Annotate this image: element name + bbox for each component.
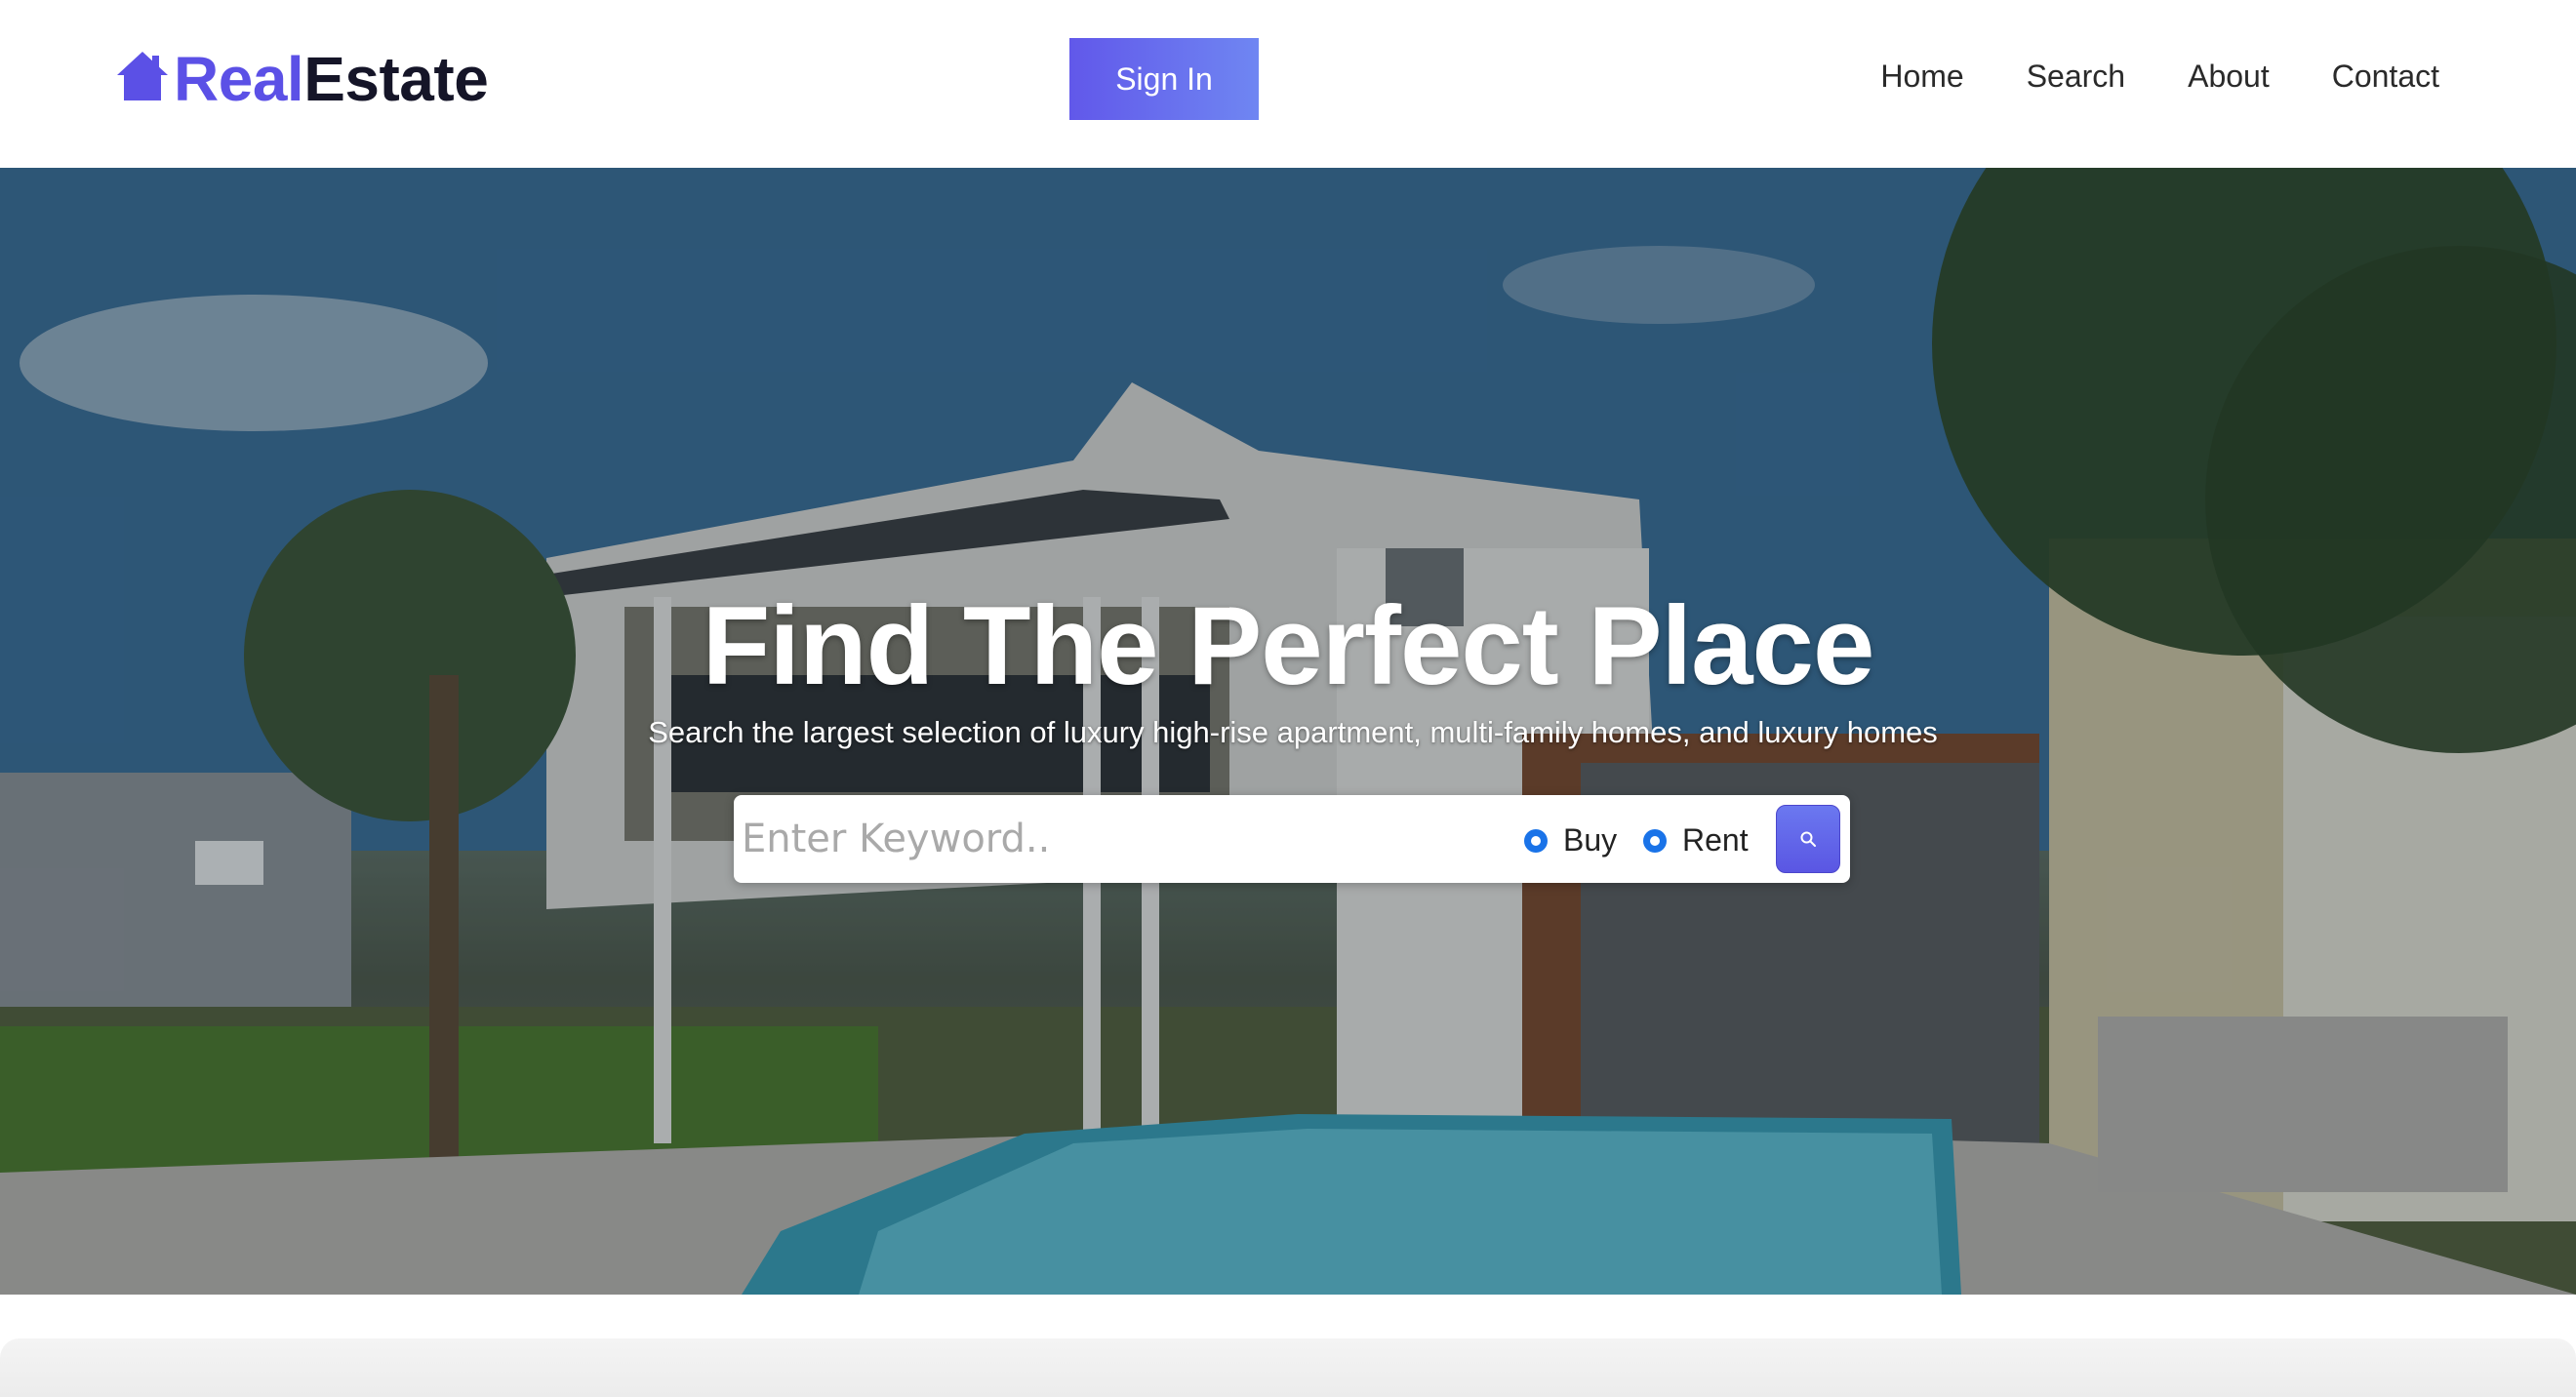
rent-radio[interactable]: Rent [1643, 822, 1749, 858]
nav-search[interactable]: Search [2027, 59, 2125, 95]
main-nav: Home Search About Contact [1818, 59, 2439, 95]
radio-selected-icon [1643, 828, 1667, 853]
sign-in-button[interactable]: Sign In [1069, 38, 1259, 120]
nav-home[interactable]: Home [1880, 59, 1963, 95]
top-navbar: RealEstate Sign In Home Search About Con… [0, 0, 2576, 168]
content-section-top [0, 1338, 2576, 1397]
buy-radio[interactable]: Buy [1524, 822, 1617, 858]
logo-text-real: Real [174, 44, 304, 114]
search-bar: Buy Rent [734, 795, 1850, 883]
logo-text-estate: Estate [303, 44, 489, 114]
nav-about[interactable]: About [2188, 59, 2270, 95]
nav-contact[interactable]: Contact [2332, 59, 2439, 95]
rent-radio-label: Rent [1682, 822, 1749, 858]
search-submit-button[interactable] [1776, 805, 1840, 873]
hero-subtitle: Search the largest selection of luxury h… [648, 715, 1938, 749]
hero-title: Find The Perfect Place [702, 584, 1875, 708]
hero-section: Find The Perfect Place Search the larges… [0, 168, 2576, 1295]
buy-radio-label: Buy [1563, 822, 1618, 858]
radio-selected-icon [1524, 828, 1548, 853]
brand-logo[interactable]: RealEstate [113, 43, 489, 115]
search-keyword-input[interactable] [742, 805, 1483, 873]
house-icon [117, 52, 168, 100]
magnifier-icon [1800, 831, 1816, 847]
